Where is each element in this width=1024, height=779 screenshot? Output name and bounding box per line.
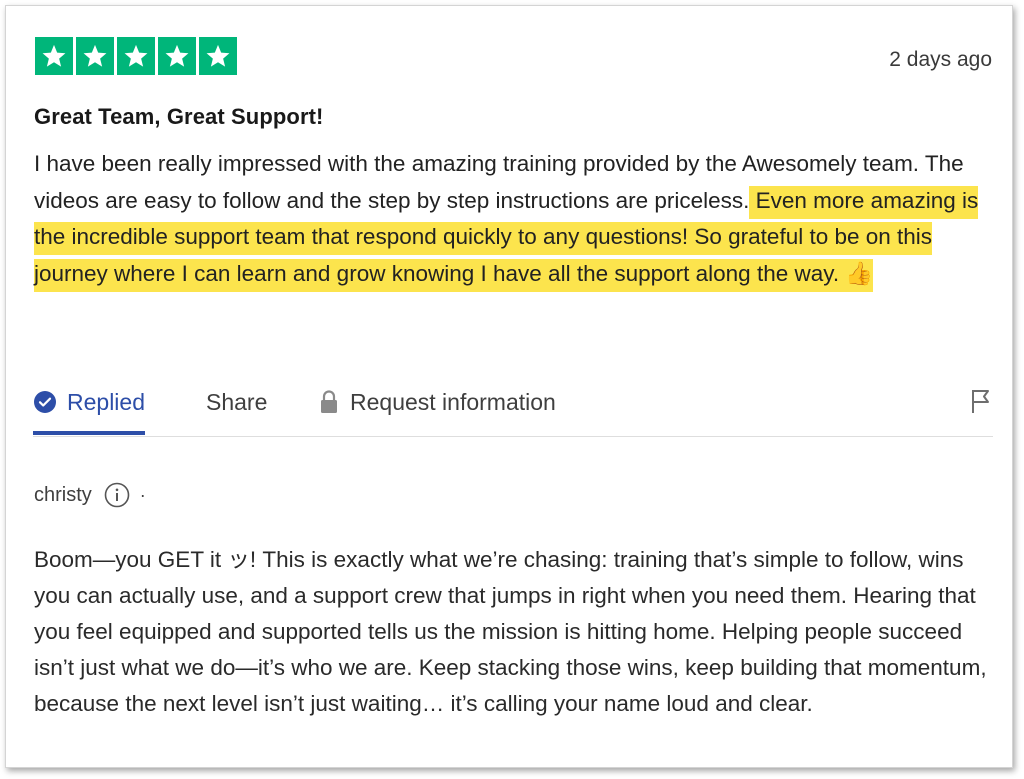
check-circle-icon [34, 391, 56, 413]
reply-author: christy [34, 483, 92, 506]
request-information-label: Request information [350, 388, 556, 415]
star-icon [35, 37, 73, 75]
star-icon [76, 37, 114, 75]
review-date: 2 days ago [889, 48, 992, 71]
share-button[interactable]: Share [206, 378, 267, 426]
flag-icon[interactable] [969, 387, 993, 420]
review-title: Great Team, Great Support! [34, 104, 324, 129]
replied-label: Replied [67, 388, 145, 415]
review-actions-bar: Replied Share Request information [33, 378, 993, 435]
thumbs-up-emoji: 👍 [845, 260, 874, 286]
lock-icon [321, 390, 337, 413]
star-icon [158, 37, 196, 75]
reply-text: Boom—you GET it ッ! This is exactly what … [34, 547, 987, 716]
review-card: 2 days ago Great Team, Great Support! I … [5, 5, 1013, 768]
request-information-button[interactable]: Request information [318, 378, 556, 426]
review-body: I have been really impressed with the am… [34, 146, 1004, 292]
tab-replied[interactable]: Replied [33, 378, 145, 435]
share-label: Share [206, 388, 268, 415]
reply-header: christy · [34, 482, 146, 508]
divider [33, 436, 993, 437]
star-icon [199, 37, 237, 75]
separator-dot: · [139, 484, 146, 505]
active-tab-indicator [33, 431, 145, 435]
star-icon [117, 37, 155, 75]
info-icon[interactable] [104, 482, 130, 508]
star-rating [35, 37, 237, 75]
